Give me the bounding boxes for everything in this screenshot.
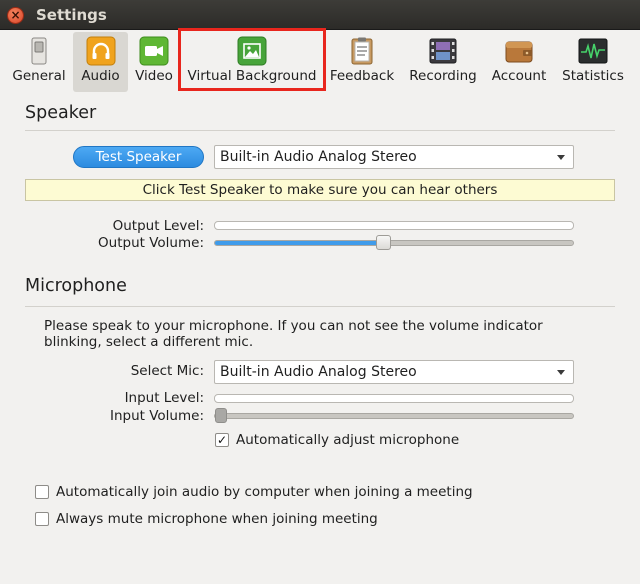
microphone-select-value: Built-in Audio Analog Stereo (220, 364, 417, 380)
tab-label: General (12, 68, 66, 84)
input-volume-slider[interactable] (214, 408, 574, 423)
picture-icon (237, 36, 267, 66)
video-camera-icon (139, 36, 169, 66)
output-level-label: Output Level: (112, 218, 204, 234)
wallet-icon (505, 41, 533, 63)
tab-recording[interactable]: Recording (406, 32, 480, 92)
test-speaker-hint: Click Test Speaker to make sure you can … (25, 179, 615, 201)
headphones-icon (86, 36, 115, 66)
tab-audio[interactable]: Audio (73, 32, 128, 92)
test-speaker-button[interactable]: Test Speaker (73, 146, 204, 168)
tab-video[interactable]: Video (130, 32, 178, 92)
input-volume-label: Input Volume: (109, 408, 204, 424)
auto-join-audio-checkbox[interactable] (35, 485, 49, 499)
auto-adjust-checkbox[interactable]: ✓ (215, 433, 229, 447)
microphone-instructions: Please speak to your microphone. If you … (44, 318, 543, 350)
tab-label: Statistics (562, 68, 624, 84)
always-mute-checkbox[interactable] (35, 512, 49, 526)
output-volume-slider[interactable] (214, 235, 574, 250)
settings-tab-bar: General Audio Video Virtual Background F… (0, 30, 640, 94)
input-volume-thumb[interactable] (215, 408, 227, 423)
tab-feedback[interactable]: Feedback (328, 32, 396, 92)
speaker-heading: Speaker (25, 103, 97, 123)
audio-settings-panel: Speaker Test Speaker Built-in Audio Anal… (8, 96, 634, 580)
section-divider (25, 306, 615, 307)
chevron-down-icon (557, 155, 565, 160)
always-mute-label: Always mute microphone when joining meet… (56, 511, 378, 527)
auto-adjust-label: Automatically adjust microphone (236, 432, 460, 448)
window-title: Settings (36, 6, 107, 24)
microphone-heading: Microphone (25, 276, 127, 296)
tab-label: Feedback (329, 68, 395, 84)
title-bar: × Settings (0, 0, 640, 30)
tab-label: Virtual Background (187, 68, 317, 84)
auto-join-audio-label: Automatically join audio by computer whe… (56, 484, 473, 500)
output-volume-label: Output Volume: (98, 235, 204, 251)
input-level-label: Input Level: (124, 390, 204, 406)
waveform-monitor-icon (578, 38, 608, 64)
tab-label: Account (491, 68, 547, 84)
speaker-select[interactable]: Built-in Audio Analog Stereo (214, 145, 574, 169)
settings-window: × Settings General Audio Video Virtual B… (0, 0, 640, 584)
tab-virtual-background[interactable]: Virtual Background (184, 32, 320, 92)
microphone-select[interactable]: Built-in Audio Analog Stereo (214, 360, 574, 384)
clipboard-icon (351, 37, 373, 65)
tab-label: Audio (81, 68, 120, 84)
speaker-select-value: Built-in Audio Analog Stereo (220, 149, 417, 165)
select-mic-label: Select Mic: (130, 363, 204, 379)
tab-account[interactable]: Account (489, 32, 549, 92)
section-divider (25, 130, 615, 131)
chevron-down-icon (557, 370, 565, 375)
tab-label: Recording (409, 68, 477, 84)
tab-label: Video (135, 68, 173, 84)
tab-statistics[interactable]: Statistics (558, 32, 628, 92)
output-level-meter (214, 221, 574, 230)
output-volume-fill (215, 241, 384, 245)
output-volume-thumb[interactable] (376, 235, 391, 250)
input-level-meter (214, 394, 574, 403)
close-icon[interactable]: × (7, 7, 24, 24)
film-strip-icon (429, 38, 457, 64)
tab-general[interactable]: General (7, 32, 71, 92)
toggle-switch-icon (31, 37, 47, 65)
